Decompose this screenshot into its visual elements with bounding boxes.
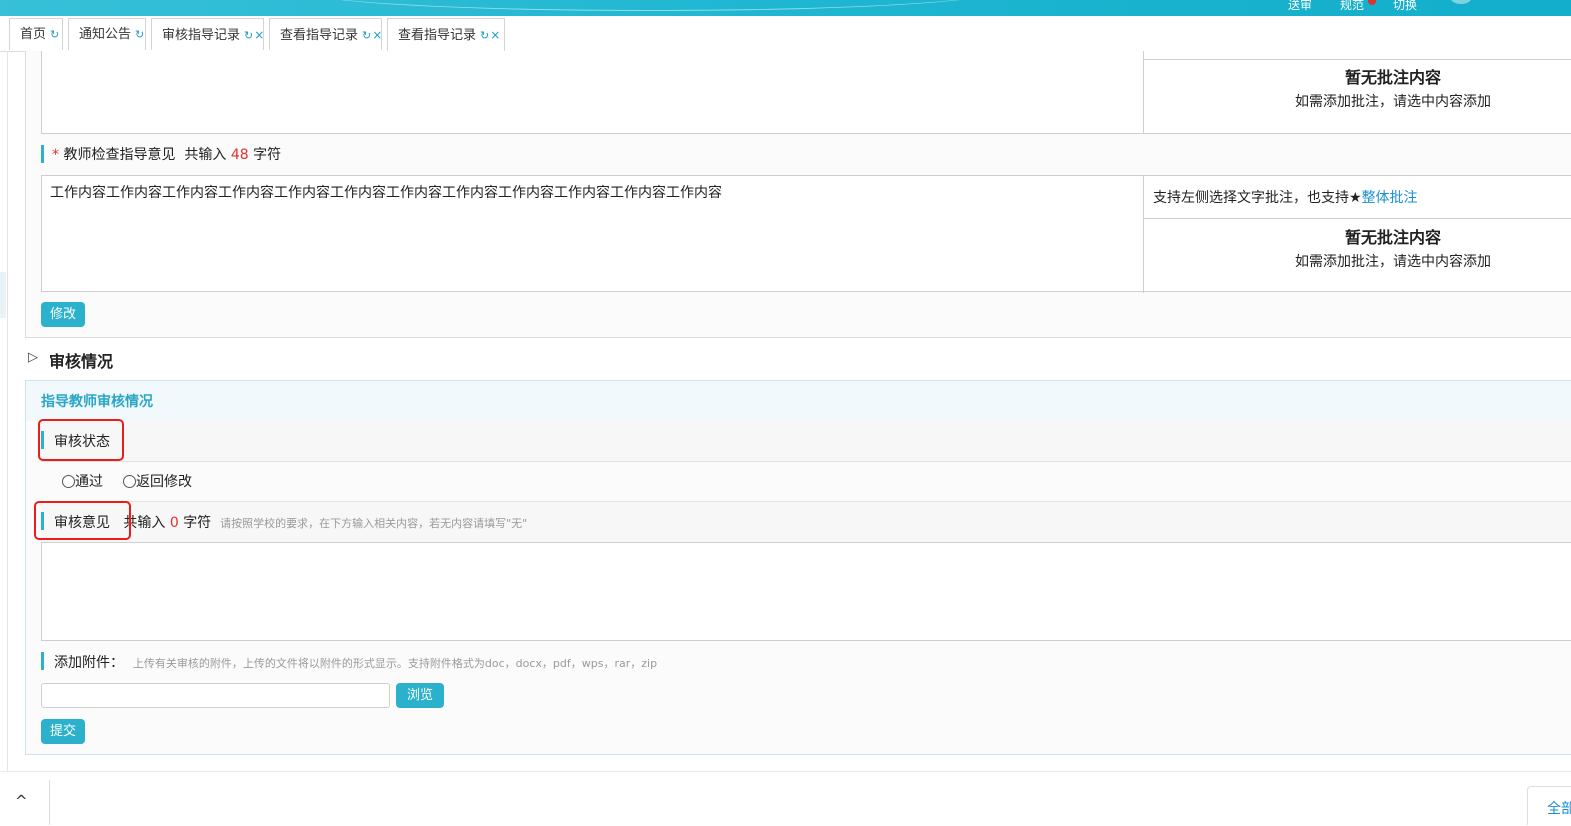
tab-label: 审核指导记录 xyxy=(162,28,241,43)
label-accent-bar xyxy=(41,652,44,670)
count-prefix: 共输入 xyxy=(184,147,227,163)
modify-button[interactable]: 修改 xyxy=(41,302,85,327)
annotation-empty-subtitle: 如需添加批注，请选中内容添加 xyxy=(1295,94,1491,110)
char-count: 48 xyxy=(230,147,249,163)
footer-divider xyxy=(49,780,50,825)
select-all-label: 全部 xyxy=(1547,801,1571,817)
teacher-opinion-box: 工作内容工作内容工作内容工作内容工作内容工作内容工作内容工作内容工作内容工作内容… xyxy=(41,175,1571,293)
scroll-up-icon[interactable]: ^ xyxy=(15,792,28,810)
annotation-empty-title: 暂无批注内容 xyxy=(1344,68,1441,87)
attach-label: 添加附件： xyxy=(54,655,124,671)
label-accent-bar xyxy=(41,145,44,163)
annotation-empty-subtitle: 如需添加批注，请选中内容添加 xyxy=(1295,254,1491,270)
refresh-icon[interactable]: ↻ xyxy=(50,28,59,41)
tab-view-records-1[interactable]: 查看指导记录 ↻× xyxy=(269,18,382,50)
close-icon[interactable]: × xyxy=(372,28,382,42)
option-return-label: 返回修改 xyxy=(136,474,192,490)
tab-home[interactable]: 首页 ↻ xyxy=(9,18,63,50)
tab-label: 查看指导记录 xyxy=(280,28,359,43)
review-section-heading: 审核情况 xyxy=(49,352,114,371)
status-label-row xyxy=(41,421,1571,462)
option-pass[interactable]: 通过 xyxy=(62,471,103,491)
attachment-file-input[interactable] xyxy=(41,683,390,708)
refresh-icon[interactable]: ↻ xyxy=(362,29,371,42)
count-suffix: 字符 xyxy=(253,147,282,163)
highlight-review-opinion xyxy=(34,501,131,540)
radio-return[interactable] xyxy=(123,475,136,488)
topbar-item-submit[interactable]: 送审 xyxy=(1288,0,1312,13)
teacher-opinion-label: 教师检查指导意见 xyxy=(63,147,176,163)
select-all-button[interactable]: 全部 xyxy=(1527,786,1571,825)
tab-label: 通知公告 xyxy=(79,27,132,42)
browse-button[interactable]: 浏览 xyxy=(396,683,444,708)
count-suffix: 字符 xyxy=(183,515,212,531)
close-icon[interactable]: × xyxy=(490,28,500,42)
highlight-review-status xyxy=(38,419,124,461)
tab-notices[interactable]: 通知公告 ↻ xyxy=(68,18,146,50)
footer-bar xyxy=(0,771,1571,826)
attachment-label-line: 添加附件： 上传有关审核的附件，上传的文件将以附件的形式显示。支持附件格式为do… xyxy=(54,652,657,672)
review-panel-header xyxy=(26,381,1571,421)
teacher-opinion-text[interactable]: 工作内容工作内容工作内容工作内容工作内容工作内容工作内容工作内容工作内容工作内容… xyxy=(50,182,1130,202)
opinion-hint: 请按照学校的要求，在下方输入相关内容，若无内容请填写"无" xyxy=(220,517,528,530)
required-mark: * xyxy=(52,147,59,163)
option-return[interactable]: 返回修改 xyxy=(123,471,192,491)
previous-content-box: 暂无批注内容 如需添加批注，请选中内容添加 xyxy=(41,51,1571,134)
topbar-item-spec[interactable]: 规范 xyxy=(1340,0,1364,13)
attach-hint: 上传有关审核的附件，上传的文件将以附件的形式显示。支持附件格式为doc，docx… xyxy=(132,657,658,670)
user-avatar[interactable] xyxy=(1450,0,1472,4)
refresh-icon[interactable]: ↻ xyxy=(135,28,144,41)
review-panel-title: 指导教师审核情况 xyxy=(41,394,153,410)
left-divider xyxy=(7,51,8,771)
refresh-icon[interactable]: ↻ xyxy=(480,29,489,42)
top-banner: 送审 规范 切换 xyxy=(0,0,1571,16)
banner-decoration xyxy=(300,0,1000,11)
guidance-record-section: 暂无批注内容 如需添加批注，请选中内容添加 * 教师检查指导意见 共输入 48 … xyxy=(25,51,1571,338)
notification-badge xyxy=(1368,0,1376,5)
submit-button[interactable]: 提交 xyxy=(41,719,85,744)
radio-pass[interactable] xyxy=(62,475,75,488)
option-pass-label: 通过 xyxy=(75,474,103,490)
whole-annotation-link[interactable]: 整体批注 xyxy=(1362,190,1418,206)
tab-review-records[interactable]: 审核指导记录 ↻× xyxy=(151,18,264,50)
tab-bar: 首页 ↻ 通知公告 ↻ 审核指导记录 ↻× 查看指导记录 ↻× 查看指导记录 ↻× xyxy=(0,16,1571,52)
char-count: 0 xyxy=(169,515,179,531)
tab-label: 查看指导记录 xyxy=(398,28,477,43)
review-opinion-textarea[interactable] xyxy=(41,542,1571,641)
refresh-icon[interactable]: ↻ xyxy=(244,29,253,42)
teacher-opinion-label-row: * 教师检查指导意见 共输入 48 字符 xyxy=(52,144,281,164)
annotation-hint: 支持左侧选择文字批注，也支持★整体批注 xyxy=(1153,187,1418,207)
sidebar-collapse-handle[interactable] xyxy=(0,272,6,318)
tab-view-records-2[interactable]: 查看指导记录 ↻× xyxy=(387,18,505,52)
topbar-item-switch[interactable]: 切换 xyxy=(1393,0,1417,13)
annotation-hint-text: 支持左侧选择文字批注，也支持 xyxy=(1153,190,1349,206)
review-panel: 指导教师审核情况 审核状态 通过 返回修改 审核意见 共输入 0 字符 请按照学… xyxy=(25,380,1571,755)
tab-label: 首页 xyxy=(20,27,47,42)
star-icon: ★ xyxy=(1349,190,1362,206)
close-icon[interactable]: × xyxy=(254,28,264,42)
annotation-empty-title: 暂无批注内容 xyxy=(1344,228,1441,247)
expand-triangle-icon[interactable]: ▷ xyxy=(28,350,38,365)
